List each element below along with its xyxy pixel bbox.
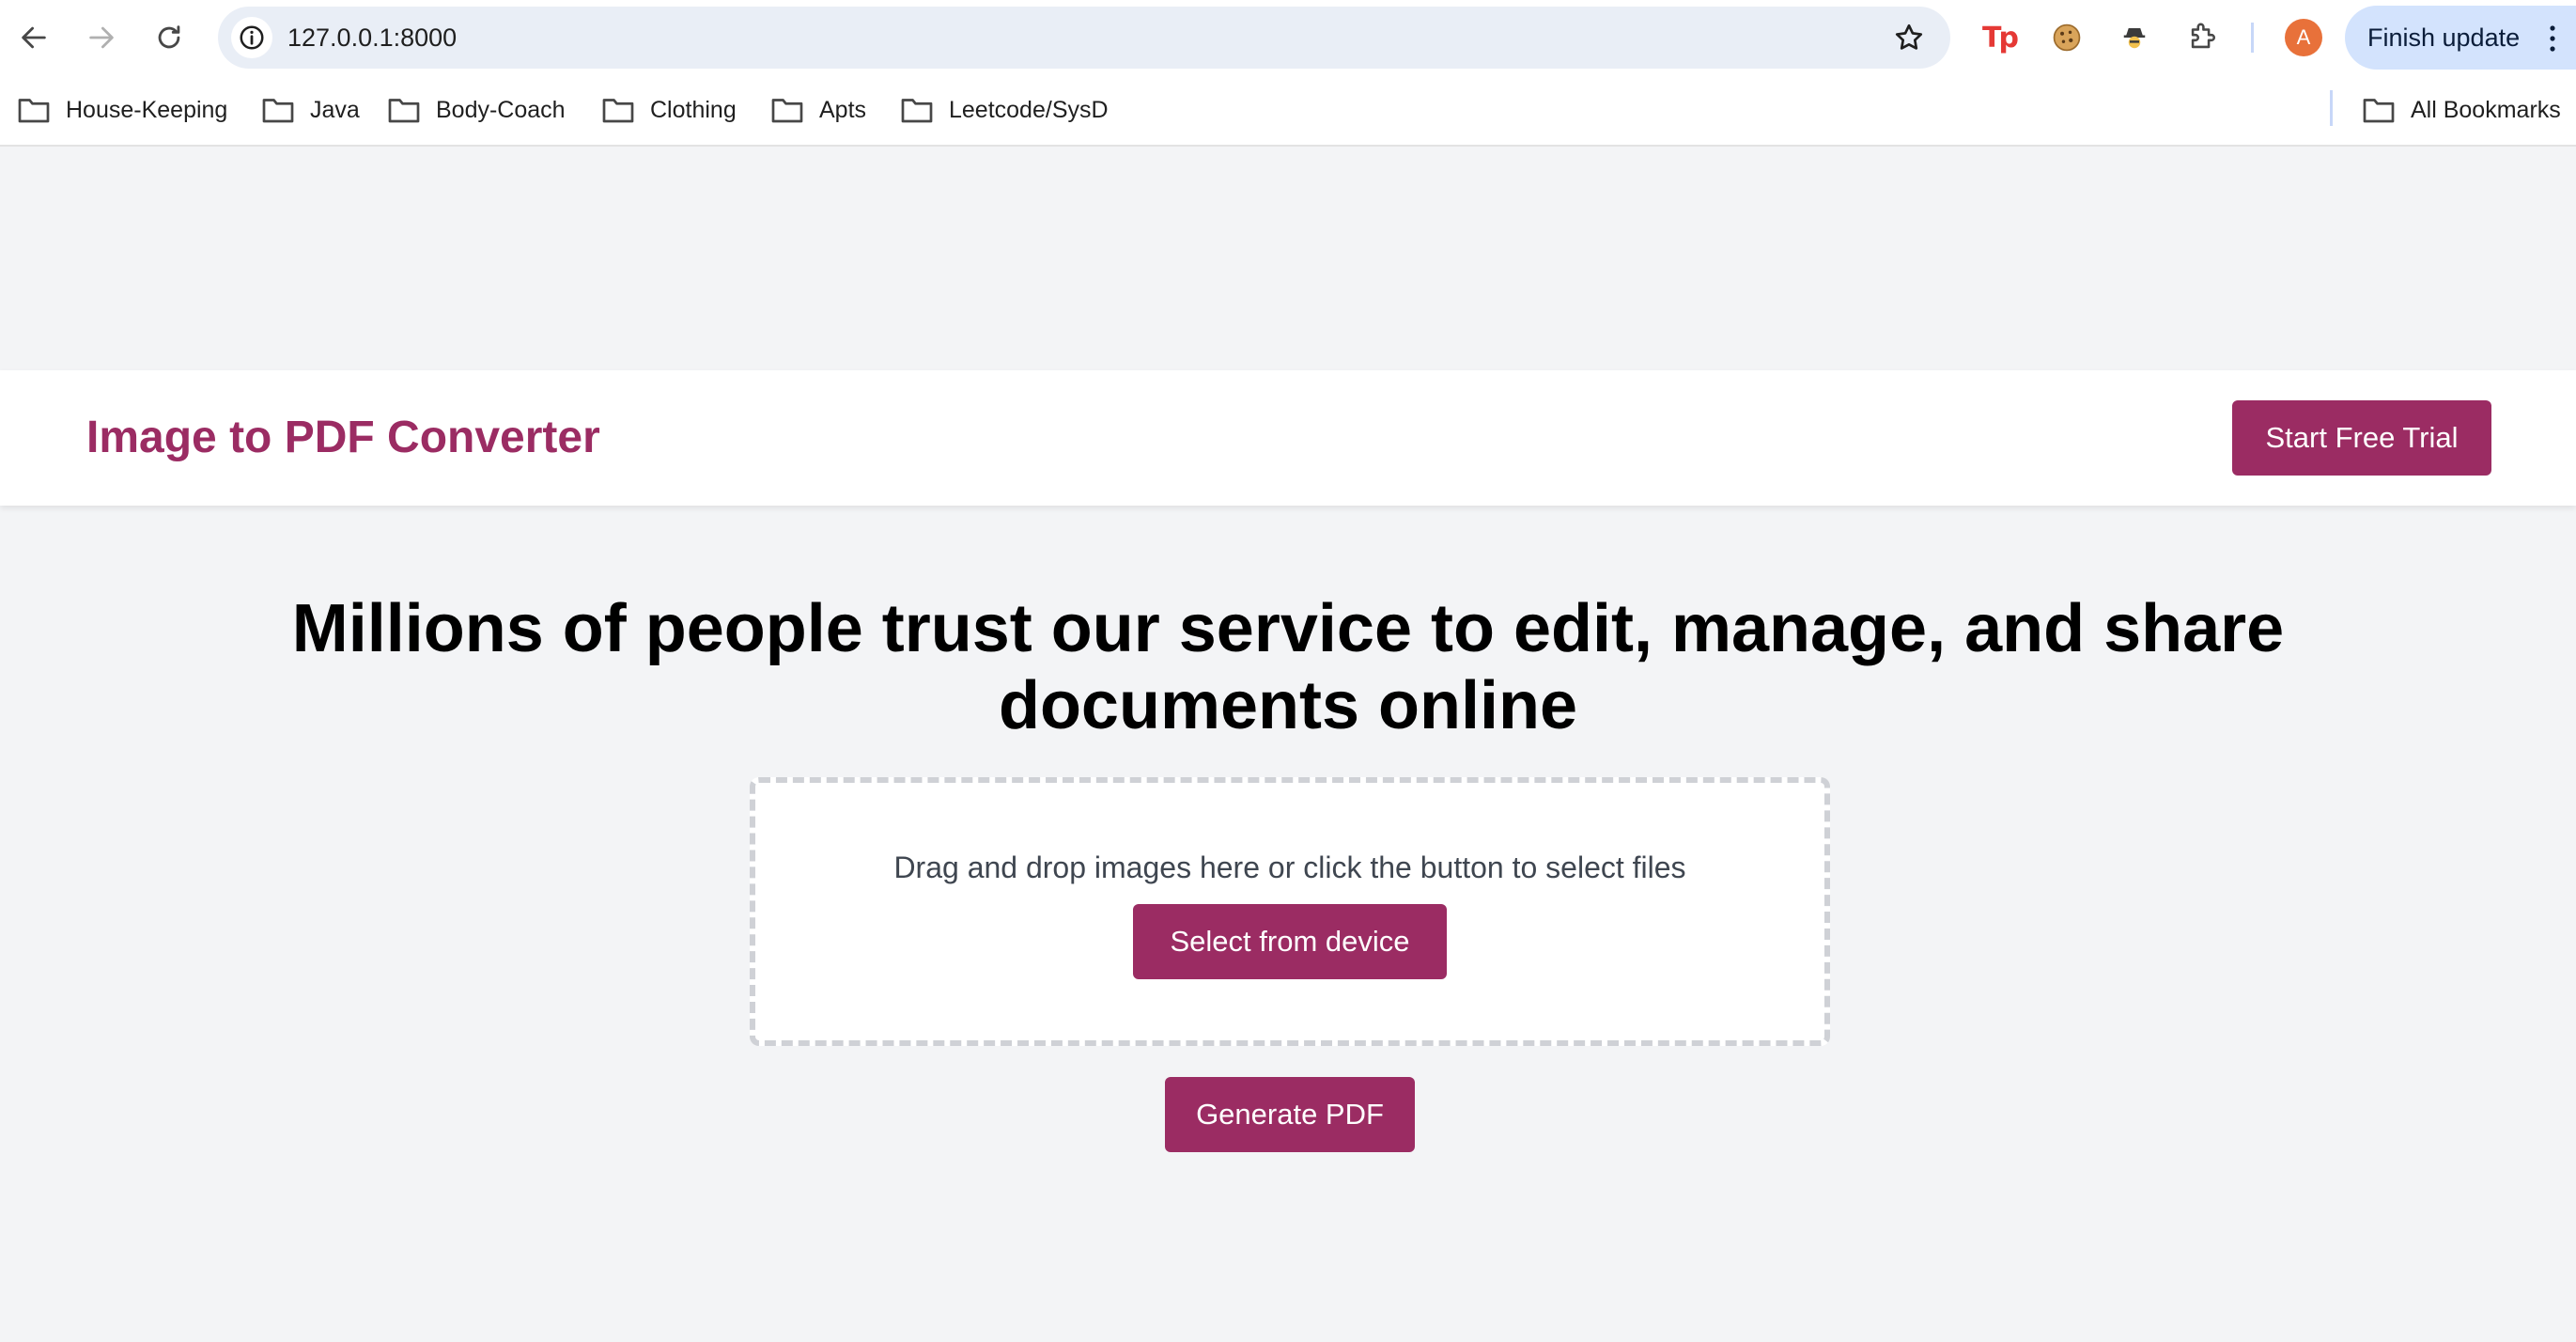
page-headline: Millions of people trust our service to … <box>291 591 2285 743</box>
folder-icon <box>18 99 50 123</box>
puzzle-icon <box>2191 23 2215 49</box>
cookie-extension-icon[interactable] <box>2046 17 2087 58</box>
bookmark-folder-leetcode-sysd[interactable]: Leetcode/SysD <box>900 88 1109 132</box>
folder-icon <box>602 99 634 123</box>
back-button[interactable] <box>8 11 60 64</box>
folder-icon <box>771 99 803 123</box>
all-bookmarks-button[interactable]: All Bookmarks <box>2362 88 2561 132</box>
folder-icon <box>388 99 420 123</box>
profile-avatar[interactable]: A <box>2285 19 2322 56</box>
bookmark-folder-clothing[interactable]: Clothing <box>601 88 737 132</box>
bookmark-folder-apts[interactable]: Apts <box>770 88 866 132</box>
bookmarks-separator <box>2330 90 2333 126</box>
more-vert-icon <box>2550 25 2555 52</box>
arrow-left-icon <box>22 26 46 49</box>
folder-icon <box>901 99 933 123</box>
browser-toolbar: 127.0.0.1:8000 Tp A Finish update <box>0 0 2576 75</box>
bookmark-folder-body-coach[interactable]: Body-Coach <box>387 88 566 132</box>
reload-icon <box>158 25 180 49</box>
spy-extension-icon[interactable] <box>2114 17 2155 58</box>
site-info-icon[interactable] <box>231 17 272 58</box>
bookmark-star-icon[interactable] <box>1892 21 1926 55</box>
reload-button[interactable] <box>143 11 195 64</box>
address-bar[interactable]: 127.0.0.1:8000 <box>218 7 1950 69</box>
bookmark-folder-java[interactable]: Java <box>261 88 360 132</box>
folder-icon <box>262 99 294 123</box>
bookmark-folder-house-keeping[interactable]: House-Keeping <box>17 88 227 132</box>
cookie-icon <box>2053 23 2081 52</box>
select-from-device-button[interactable]: Select from device <box>1133 904 1447 979</box>
start-free-trial-button[interactable]: Start Free Trial <box>2232 400 2491 476</box>
finish-update-button[interactable]: Finish update <box>2345 6 2576 70</box>
folder-icon <box>2363 99 2395 123</box>
dropzone-instructions: Drag and drop images here or click the b… <box>893 850 1686 884</box>
url-text[interactable]: 127.0.0.1:8000 <box>287 7 457 69</box>
forward-button[interactable] <box>75 11 128 64</box>
brand-title[interactable]: Image to PDF Converter <box>86 370 600 506</box>
info-icon <box>240 25 264 50</box>
tp-extension-icon[interactable]: Tp <box>1979 17 2020 58</box>
extensions-button[interactable] <box>2181 17 2223 58</box>
toolbar-separator <box>2251 23 2254 53</box>
page-background <box>0 147 2576 1342</box>
generate-pdf-button[interactable]: Generate PDF <box>1165 1077 1415 1152</box>
arrow-right-icon <box>89 26 114 49</box>
bookmarks-bar: House-Keeping Java Body-Coach Clothing A… <box>0 75 2576 147</box>
spy-icon <box>2123 28 2146 49</box>
app-header: Image to PDF Converter <box>0 370 2576 506</box>
